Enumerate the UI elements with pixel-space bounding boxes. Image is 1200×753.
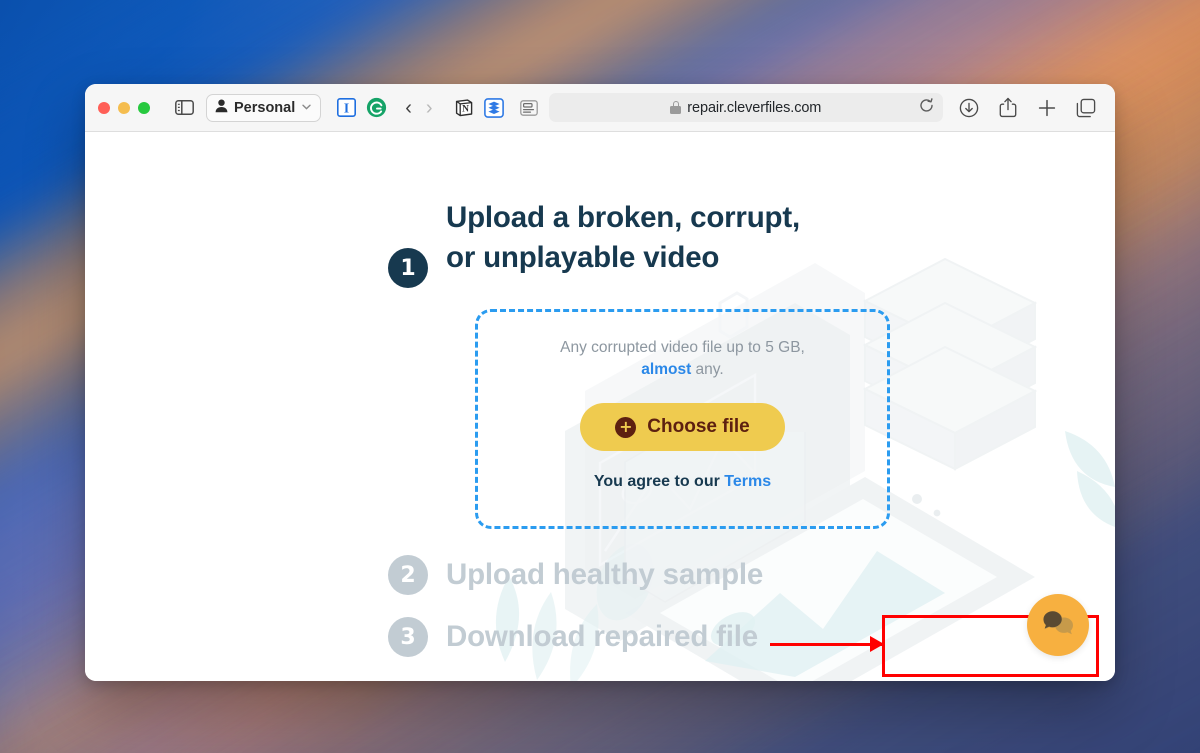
- address-bar-content: repair.cleverfiles.com: [670, 100, 821, 116]
- step-1-badge: 1: [388, 248, 428, 288]
- dropzone-caption-tail: any.: [691, 361, 724, 378]
- step-3-title: Download repaired file: [446, 620, 758, 653]
- italic-i-extension-icon[interactable]: I: [331, 94, 361, 122]
- sidebar-icon[interactable]: [170, 94, 198, 122]
- todoist-extension-icon[interactable]: [479, 94, 509, 122]
- annotation-arrow-head: [870, 636, 884, 652]
- terms-agreement: You agree to our Terms: [594, 473, 771, 491]
- svg-text:N: N: [462, 104, 469, 114]
- tab-overview-icon[interactable]: [1072, 94, 1100, 122]
- downloads-icon[interactable]: [955, 94, 983, 122]
- back-button[interactable]: ‹: [405, 98, 412, 118]
- browser-toolbar: Personal I ‹ › N repair.cleverfiles.com: [85, 84, 1115, 132]
- share-icon[interactable]: [994, 94, 1022, 122]
- step-2-badge: 2: [388, 555, 428, 595]
- step-3: 3 Download repaired file: [388, 617, 1115, 657]
- step-2-title: Upload healthy sample: [446, 558, 764, 591]
- step-2: 2 Upload healthy sample: [388, 555, 1115, 595]
- terms-prefix: You agree to our: [593, 473, 725, 490]
- minimize-window-button[interactable]: [118, 101, 130, 114]
- annotation-arrow-line: [770, 643, 882, 646]
- profile-selector[interactable]: Personal: [206, 93, 322, 122]
- dropzone-caption-line1: Any corrupted video file up to 5 GB,: [560, 339, 805, 356]
- file-dropzone[interactable]: Any corrupted video file up to 5 GB, alm…: [475, 309, 1099, 677]
- chat-bubbles-icon: [1041, 608, 1075, 643]
- safari-browser-window: Personal I ‹ › N repair.cleverfiles.com …: [85, 84, 1115, 681]
- profile-label: Personal: [234, 99, 296, 116]
- forward-button[interactable]: ›: [426, 98, 433, 118]
- person-icon: [215, 99, 228, 117]
- steps-container: 1 Upload a broken, corrupt, or unplayabl…: [85, 132, 1115, 677]
- chevron-down-icon: [302, 102, 311, 113]
- chat-widget-button[interactable]: [1027, 594, 1089, 656]
- maximize-window-button[interactable]: [138, 101, 150, 114]
- url-text: repair.cleverfiles.com: [687, 99, 822, 116]
- notion-extension-icon[interactable]: N: [449, 94, 479, 122]
- choose-file-label: Choose file: [647, 416, 750, 437]
- grammarly-extension-icon[interactable]: [361, 94, 391, 122]
- reader-view-icon[interactable]: [515, 94, 543, 122]
- toolbar-right-icons: [955, 94, 1102, 122]
- reload-icon[interactable]: [919, 97, 934, 118]
- lock-icon: [670, 101, 682, 114]
- new-tab-icon[interactable]: [1033, 94, 1061, 122]
- svg-text:I: I: [344, 100, 349, 115]
- step-3-badge: 3: [388, 617, 428, 657]
- navigation-buttons: ‹ ›: [405, 98, 432, 118]
- choose-file-button[interactable]: + Choose file: [580, 403, 785, 451]
- dropzone-caption-emphasis: almost: [641, 361, 692, 378]
- desktop-background: Personal I ‹ › N repair.cleverfiles.com …: [0, 0, 1200, 753]
- page-content: 1 Upload a broken, corrupt, or unplayabl…: [85, 132, 1115, 681]
- step-1: 1 Upload a broken, corrupt, or unplayabl…: [388, 198, 1115, 288]
- window-traffic-lights: [98, 101, 150, 114]
- close-window-button[interactable]: [98, 101, 110, 114]
- step-1-title: Upload a broken, corrupt, or unplayable …: [446, 201, 800, 274]
- dropzone-caption: Any corrupted video file up to 5 GB, alm…: [560, 337, 805, 381]
- terms-link[interactable]: Terms: [724, 473, 771, 490]
- plus-icon: +: [615, 416, 637, 438]
- address-bar[interactable]: repair.cleverfiles.com: [548, 93, 943, 122]
